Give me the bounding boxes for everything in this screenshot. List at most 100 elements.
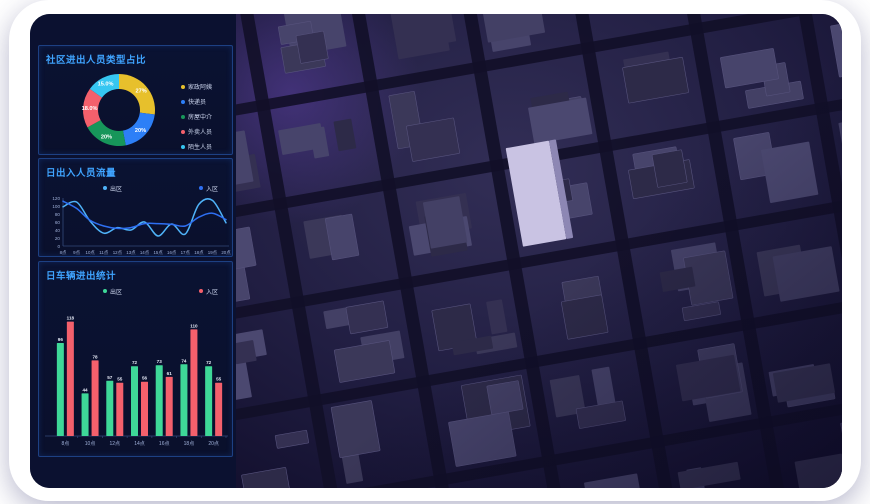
bar-出区[interactable] xyxy=(131,366,138,436)
bar-value-label: 61 xyxy=(167,371,173,376)
y-axis-tick: 60 xyxy=(55,220,61,225)
bar-出区[interactable] xyxy=(82,393,89,436)
x-axis-tick: 16点 xyxy=(159,441,170,447)
legend-dot xyxy=(181,85,185,89)
y-axis-tick: 0 xyxy=(57,244,60,249)
legend-label: 入区 xyxy=(206,184,218,193)
bar-出区[interactable] xyxy=(180,364,187,436)
x-axis-tick: 8点 xyxy=(60,250,67,256)
legend-dot xyxy=(103,289,107,293)
legend-label: 房屋中介 xyxy=(188,112,212,121)
x-axis-tick: 10点 xyxy=(86,250,96,256)
x-axis-tick: 19点 xyxy=(208,250,218,256)
legend-label: 入区 xyxy=(206,287,218,296)
bar-value-label: 110 xyxy=(190,323,198,328)
bar-value-label: 56 xyxy=(142,376,148,381)
legend-item[interactable]: 家政阿姨 xyxy=(181,82,229,91)
bar-value-label: 74 xyxy=(181,358,187,363)
line-series-入区 xyxy=(63,201,226,228)
legend-dot xyxy=(181,130,185,134)
x-axis-tick: 15点 xyxy=(153,250,163,256)
line-legend: 出区 入区 xyxy=(39,181,232,193)
legend-label: 快递员 xyxy=(188,97,206,106)
y-axis-tick: 100 xyxy=(52,204,60,209)
bar-value-label: 72 xyxy=(132,360,138,365)
x-axis-tick: 12点 xyxy=(110,441,121,447)
y-axis-tick: 120 xyxy=(52,196,60,201)
x-axis-tick: 18点 xyxy=(194,250,204,256)
bar-入区[interactable] xyxy=(67,322,74,436)
bar-value-label: 96 xyxy=(58,337,64,342)
bar-card-title: 日车辆进出统计 xyxy=(39,262,232,284)
bar-value-label: 57 xyxy=(107,375,113,380)
legend-item[interactable]: 陌生人员 xyxy=(181,142,229,151)
bar-value-label: 55 xyxy=(216,377,222,382)
stats-sidebar: 社区进出人员类型占比 27%20%20%18.0%15.0% 家政阿姨 快递员 … xyxy=(30,14,236,488)
bar-入区[interactable] xyxy=(141,382,148,436)
legend-dot xyxy=(199,186,203,190)
legend-label: 家政阿姨 xyxy=(188,82,212,91)
city-map-3d[interactable] xyxy=(236,14,842,488)
bar-value-label: 78 xyxy=(93,354,99,359)
bar-chart-card: 日车辆进出统计 出区 入区 8点 96 118 10点 44 78 12点 57 55 14点 72… xyxy=(38,261,233,457)
device-frame: 社区进出人员类型占比 27%20%20%18.0%15.0% 家政阿姨 快递员 … xyxy=(9,0,861,501)
bar-出区[interactable] xyxy=(106,381,113,436)
x-axis-tick: 16点 xyxy=(167,250,177,256)
x-axis-tick: 14点 xyxy=(140,250,150,256)
bar-入区[interactable] xyxy=(215,383,222,436)
legend-dot xyxy=(199,289,203,293)
legend-label: 出区 xyxy=(110,184,122,193)
dashboard-screen: 社区进出人员类型占比 27%20%20%18.0%15.0% 家政阿姨 快递员 … xyxy=(30,14,842,488)
legend-label: 陌生人员 xyxy=(188,142,212,151)
city-map-canvas xyxy=(236,14,842,488)
legend-dot xyxy=(181,115,185,119)
x-axis-tick: 9点 xyxy=(73,250,80,256)
legend-label: 外卖人员 xyxy=(188,127,212,136)
bar-value-label: 72 xyxy=(206,360,212,365)
y-axis-tick: 40 xyxy=(55,228,61,233)
x-axis-tick: 20点 xyxy=(221,250,231,256)
bar-value-label: 73 xyxy=(157,359,163,364)
x-axis-tick: 20点 xyxy=(208,441,219,447)
bar-出区[interactable] xyxy=(156,365,163,436)
legend-dot xyxy=(103,186,107,190)
bar-value-label: 118 xyxy=(67,316,75,321)
y-axis-tick: 20 xyxy=(55,236,61,241)
line-chart[interactable]: 0204060801001208点9点10点11点12点13点14点15点16点… xyxy=(39,193,232,259)
legend-item[interactable]: 外卖人员 xyxy=(181,127,229,136)
bar-入区[interactable] xyxy=(116,383,123,436)
legend-dot xyxy=(181,145,185,149)
bar-value-label: 55 xyxy=(117,377,123,382)
x-axis-tick: 10点 xyxy=(85,441,96,447)
donut-card-title: 社区进出人员类型占比 xyxy=(39,46,232,68)
bar-value-label: 44 xyxy=(83,387,89,392)
x-axis-tick: 17点 xyxy=(181,250,191,256)
donut-legend: 家政阿姨 快递员 房屋中介 外卖人员 陌生人员 xyxy=(181,82,229,157)
legend-item[interactable]: 出区 xyxy=(103,286,122,296)
line-card-title: 日出入人员流量 xyxy=(39,159,232,181)
legend-label: 出区 xyxy=(110,287,122,296)
line-chart-card: 日出入人员流量 出区 入区 0 20 40 60 80 100 120 8点 9点 10点11点 1… xyxy=(38,158,233,257)
bar-出区[interactable] xyxy=(205,366,212,436)
donut-slice-label: 20% xyxy=(135,128,146,134)
donut-slice-label: 18.0% xyxy=(82,106,98,112)
bar-入区[interactable] xyxy=(166,377,173,436)
x-axis-tick: 12点 xyxy=(113,250,123,256)
legend-item[interactable]: 快递员 xyxy=(181,97,229,106)
bar-入区[interactable] xyxy=(190,329,197,436)
x-axis-tick: 18点 xyxy=(184,441,195,447)
donut-slice-label: 20% xyxy=(101,135,112,141)
legend-item[interactable]: 入区 xyxy=(199,286,218,296)
bar-chart[interactable]: 8点 96 118 10点 44 78 12点 57 55 14点 72 56 16点 73 61 18点 74… xyxy=(39,296,232,456)
legend-item[interactable]: 入区 xyxy=(199,183,218,193)
donut-card: 社区进出人员类型占比 27%20%20%18.0%15.0% 家政阿姨 快递员 … xyxy=(38,45,233,155)
legend-dot xyxy=(181,100,185,104)
legend-item[interactable]: 房屋中介 xyxy=(181,112,229,121)
x-axis-tick: 14点 xyxy=(134,441,145,447)
legend-item[interactable]: 出区 xyxy=(103,183,122,193)
x-axis-tick: 11点 xyxy=(99,250,109,256)
bar-入区[interactable] xyxy=(92,360,99,436)
x-axis-tick: 8点 xyxy=(61,441,69,447)
y-axis-tick: 80 xyxy=(55,212,61,217)
bar-出区[interactable] xyxy=(57,343,64,436)
